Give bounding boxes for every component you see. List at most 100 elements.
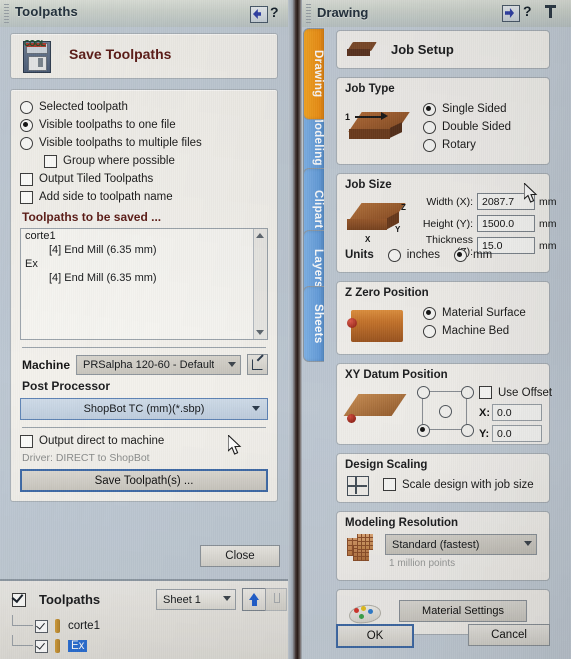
machine-row: Machine PRSalpha 120-60 - Default (22, 354, 268, 375)
auto-hide-arrow-icon[interactable] (250, 6, 268, 23)
option-double-sided[interactable]: Double Sided (423, 120, 511, 134)
help-icon[interactable]: ? (523, 3, 532, 19)
list-scrollbar[interactable] (253, 229, 267, 339)
auto-hide-arrow-icon[interactable] (502, 5, 520, 22)
toolpaths-to-be-saved-list[interactable]: corte1 [4] End Mill (6.35 mm) Ex [4] End… (20, 228, 268, 340)
list-item[interactable]: corte1 (21, 229, 267, 243)
post-processor-select[interactable]: ShopBot TC (mm)(*.sbp) (20, 398, 268, 420)
option-label: Double Sided (442, 121, 512, 133)
panel-drag-grip[interactable] (306, 4, 311, 24)
list-item[interactable]: [4] End Mill (6.35 mm) (21, 243, 267, 257)
option-scale-design-with-job-size[interactable]: Scale design with job size (383, 478, 534, 491)
height-y-input[interactable]: 1500.0 (477, 215, 535, 232)
toolpaths-tree-header[interactable]: Toolpaths (12, 592, 100, 607)
option-machine-bed[interactable]: Machine Bed (423, 324, 526, 338)
radio-icon[interactable] (20, 100, 33, 114)
checkbox-icon[interactable] (479, 386, 492, 399)
datum-node-top-left[interactable] (417, 386, 430, 399)
checkbox-icon[interactable] (20, 434, 33, 448)
datum-node-top-right[interactable] (461, 386, 474, 399)
toolpath-name[interactable]: corte1 (68, 620, 100, 632)
option-single-sided[interactable]: Single Sided (423, 102, 511, 116)
edit-pencil-icon[interactable] (247, 354, 268, 375)
resolution-grid-icon (347, 534, 377, 562)
radio-icon[interactable] (423, 120, 436, 134)
list-item[interactable]: [4] End Mill (6.35 mm) (21, 271, 267, 285)
option-units-inches[interactable]: inches (387, 248, 440, 262)
ok-button[interactable]: OK (336, 624, 414, 648)
option-label: Rotary (442, 139, 476, 151)
save-toolpaths-button[interactable]: Save Toolpath(s) ... (20, 469, 268, 492)
option-material-surface[interactable]: Material Surface (423, 306, 526, 320)
toolpaths-to-be-saved-title: Toolpaths to be saved ... (22, 210, 162, 224)
option-units-mm[interactable]: mm (454, 248, 492, 262)
radio-icon[interactable] (423, 138, 436, 152)
checkbox-icon[interactable] (20, 190, 33, 204)
toolpaths-tree-title: Toolpaths (39, 592, 101, 607)
machine-select[interactable]: PRSalpha 120-60 - Default (76, 354, 241, 375)
datum-node-bottom-right[interactable] (461, 424, 474, 437)
radio-icon[interactable] (454, 248, 467, 262)
option-add-side-to-name[interactable]: Add side to toolpath name (20, 190, 268, 204)
radio-icon[interactable] (423, 306, 436, 320)
save-disk-icon-text: COOL (24, 39, 46, 48)
modeling-resolution-select[interactable]: Standard (fastest) (385, 534, 537, 555)
radio-icon[interactable] (387, 248, 401, 262)
checkbox-icon[interactable] (44, 154, 57, 168)
xy-datum-grid[interactable] (417, 386, 474, 437)
table-row[interactable]: corte1 (0, 615, 288, 636)
endmill-tool-icon (53, 639, 62, 653)
modeling-resolution-card: Modeling Resolution Standard (fastest) 1… (336, 511, 550, 581)
panel-drag-grip[interactable] (4, 4, 9, 24)
table-row[interactable]: Ex (0, 635, 288, 656)
arrow-up-icon[interactable] (242, 588, 266, 611)
machine-value: PRSalpha 120-60 - Default (83, 358, 215, 371)
radio-icon[interactable] (20, 118, 33, 132)
cancel-button[interactable]: Cancel (468, 624, 550, 646)
option-visible-multiple-files[interactable]: Visible toolpaths to multiple files (20, 136, 268, 150)
tab-sheets[interactable]: Sheets (303, 286, 324, 362)
scroll-up-icon[interactable] (256, 233, 264, 238)
thickness-z-unit: mm (539, 239, 557, 252)
option-selected-toolpath[interactable]: Selected toolpath (20, 100, 268, 114)
height-y-unit: mm (539, 217, 557, 230)
sheet-value: Sheet 1 (163, 593, 201, 606)
option-label: Use Offset (498, 386, 553, 399)
modeling-resolution-value: Standard (fastest) (392, 538, 480, 551)
datum-node-bottom-left[interactable] (417, 424, 430, 437)
checkbox-icon[interactable] (20, 172, 33, 186)
sheet-select[interactable]: Sheet 1 (156, 589, 236, 610)
material-settings-button[interactable]: Material Settings (399, 600, 527, 622)
checkbox-icon[interactable] (12, 592, 26, 607)
option-rotary[interactable]: Rotary (423, 138, 511, 152)
option-label: Visible toolpaths to one file (39, 119, 176, 131)
axis-label-x: X (365, 235, 371, 244)
divider (22, 427, 266, 428)
panel-title: Drawing (317, 5, 369, 20)
radio-icon[interactable] (423, 102, 436, 116)
scroll-down-icon[interactable] (256, 330, 264, 335)
toolpath-name[interactable]: Ex (68, 640, 88, 652)
radio-icon[interactable] (423, 324, 436, 338)
option-use-offset[interactable]: Use Offset (479, 386, 552, 399)
radio-icon[interactable] (20, 136, 33, 150)
offset-x-input[interactable]: 0.0 (492, 404, 542, 421)
job-type-card: Job Type 1 Single Sided Double Sided Rot… (336, 77, 550, 165)
datum-node-center[interactable] (439, 405, 452, 418)
pin-icon[interactable] (545, 5, 556, 18)
checkbox-icon[interactable] (35, 639, 48, 653)
arrow-down-icon[interactable] (265, 588, 287, 611)
close-button[interactable]: Close (200, 545, 280, 567)
checkbox-icon[interactable] (383, 478, 396, 491)
option-output-tiled-toolpaths[interactable]: Output Tiled Toolpaths (20, 172, 268, 186)
post-processor-value: ShopBot TC (mm)(*.sbp) (83, 403, 205, 415)
option-visible-one-file[interactable]: Visible toolpaths to one file (20, 118, 268, 132)
option-group-where-possible[interactable]: Group where possible (44, 154, 268, 168)
checkbox-icon[interactable] (35, 619, 48, 633)
tab-drawing[interactable]: Drawing (303, 28, 324, 120)
job-block-icon (347, 40, 377, 60)
axis-label-y: Y (395, 225, 401, 234)
list-item[interactable]: Ex (21, 257, 267, 271)
offset-y-input[interactable]: 0.0 (492, 425, 542, 442)
help-icon[interactable]: ? (270, 4, 279, 20)
